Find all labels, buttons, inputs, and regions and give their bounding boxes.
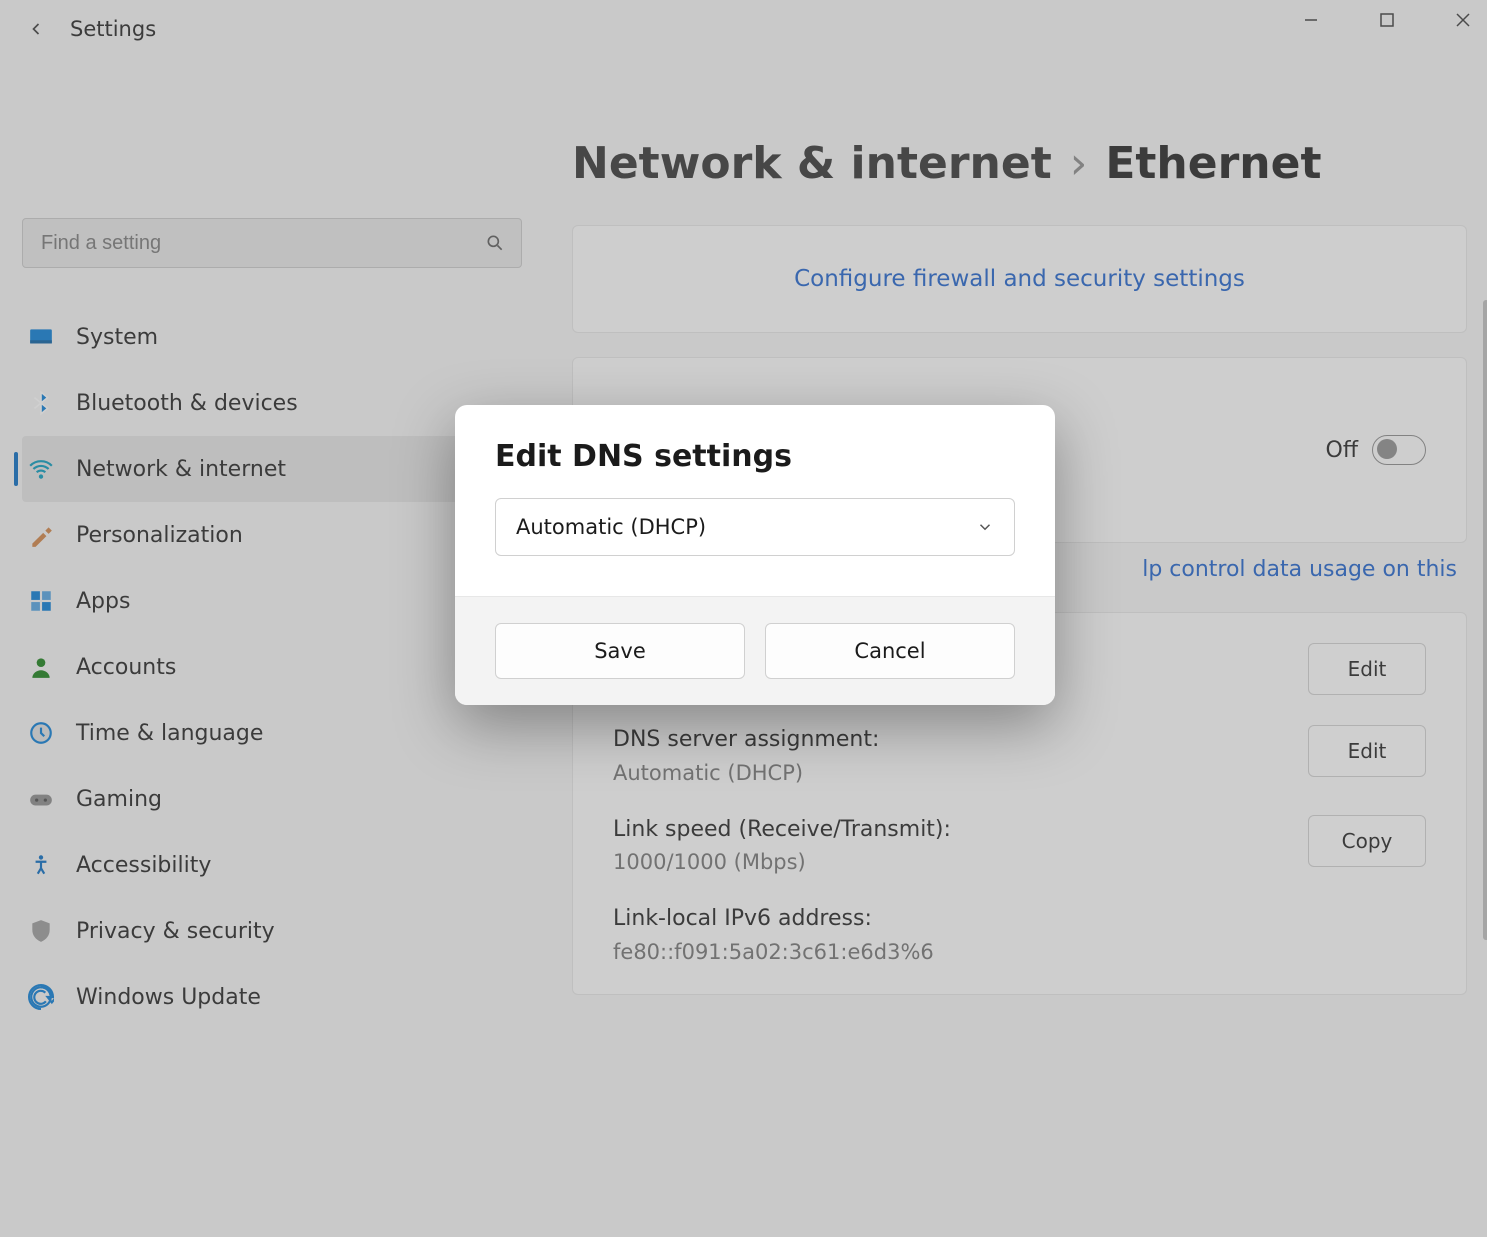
- dns-mode-select[interactable]: Automatic (DHCP): [495, 498, 1015, 556]
- save-button[interactable]: Save: [495, 623, 745, 679]
- select-value: Automatic (DHCP): [516, 515, 706, 539]
- edit-dns-modal: Edit DNS settings Automatic (DHCP) Save …: [455, 405, 1055, 705]
- chevron-down-icon: [976, 518, 994, 536]
- modal-title: Edit DNS settings: [495, 439, 1015, 474]
- cancel-button[interactable]: Cancel: [765, 623, 1015, 679]
